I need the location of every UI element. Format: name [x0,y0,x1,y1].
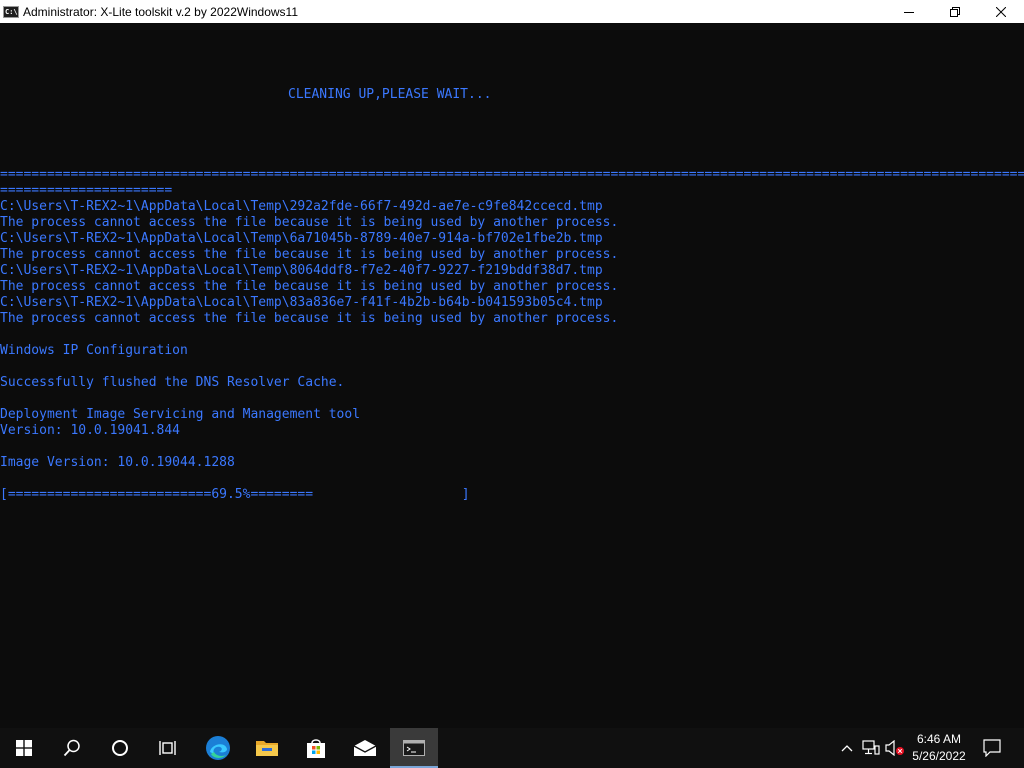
file-explorer-button[interactable] [243,728,291,768]
image-version: Image Version: 10.0.19044.1288 [0,455,235,470]
window-controls [886,0,1024,23]
edge-button[interactable] [194,728,242,768]
status-message: CLEANING UP,PLEASE WAIT... [288,87,492,102]
taskbar: 6:46 AM 5/26/2022 [0,728,1024,768]
chevron-up-icon [841,745,853,752]
minimize-icon [904,11,914,13]
ip-config-heading: Windows IP Configuration [0,343,188,358]
clock-date: 5/26/2022 [912,749,966,763]
dism-title: Deployment Image Servicing and Managemen… [0,407,361,422]
console-taskbar-button[interactable] [390,728,438,768]
window-title-bar[interactable]: C:\ Administrator: X-Lite toolskit v.2 b… [0,0,1024,23]
console-icon [403,740,425,756]
progress-bar-text: [==========================69.5%========… [0,487,470,502]
start-button[interactable] [0,728,48,768]
temp-file-path: C:\Users\T-REX2~1\AppData\Local\Temp\83a… [0,295,603,310]
minimize-button[interactable] [886,0,932,23]
dns-flush-message: Successfully flushed the DNS Resolver Ca… [0,375,345,390]
temp-file-path: C:\Users\T-REX2~1\AppData\Local\Temp\806… [0,263,603,278]
store-button[interactable] [292,728,340,768]
dism-version: Version: 10.0.19041.844 [0,423,181,438]
clock-time: 6:46 AM [916,732,962,746]
window-title: Administrator: X-Lite toolskit v.2 by 20… [23,4,299,19]
console-icon-glyph: C:\ [5,7,18,16]
search-icon [63,739,80,757]
access-error-message: The process cannot access the file becau… [0,311,619,326]
separator-line: ========================================… [0,167,1024,182]
access-error-message: The process cannot access the file becau… [0,215,619,230]
mail-icon [353,740,377,756]
notification-icon [983,739,1001,757]
show-hidden-icons-button[interactable] [836,728,858,768]
task-view-button[interactable] [144,728,192,768]
volume-button[interactable] [884,728,906,768]
temp-file-path: C:\Users\T-REX2~1\AppData\Local\Temp\6a7… [0,231,603,246]
network-icon [862,740,880,755]
cortana-button[interactable] [96,728,144,768]
folder-icon [256,741,278,756]
edge-icon [206,736,230,760]
separator-line: ====================== [0,183,173,198]
network-button[interactable] [860,728,882,768]
cortana-circle-icon [112,740,128,756]
volume-muted-icon [885,740,904,756]
search-button[interactable] [48,728,96,768]
temp-file-path: C:\Users\T-REX2~1\AppData\Local\Temp\292… [0,199,603,214]
console-icon: C:\ [3,5,19,18]
store-bag-icon [307,739,325,758]
task-view-icon [159,741,176,755]
console-output-area[interactable]: CLEANING UP,PLEASE WAIT... =============… [0,23,1024,728]
close-button[interactable] [978,0,1024,23]
access-error-message: The process cannot access the file becau… [0,247,619,262]
restore-icon [950,6,960,17]
clock[interactable]: 6:46 AM 5/26/2022 [904,728,974,768]
notification-center-button[interactable] [976,728,1008,768]
access-error-message: The process cannot access the file becau… [0,279,619,294]
mail-button[interactable] [341,728,389,768]
close-icon [996,6,1006,17]
windows-logo-icon [16,740,32,756]
restore-button[interactable] [932,0,978,23]
